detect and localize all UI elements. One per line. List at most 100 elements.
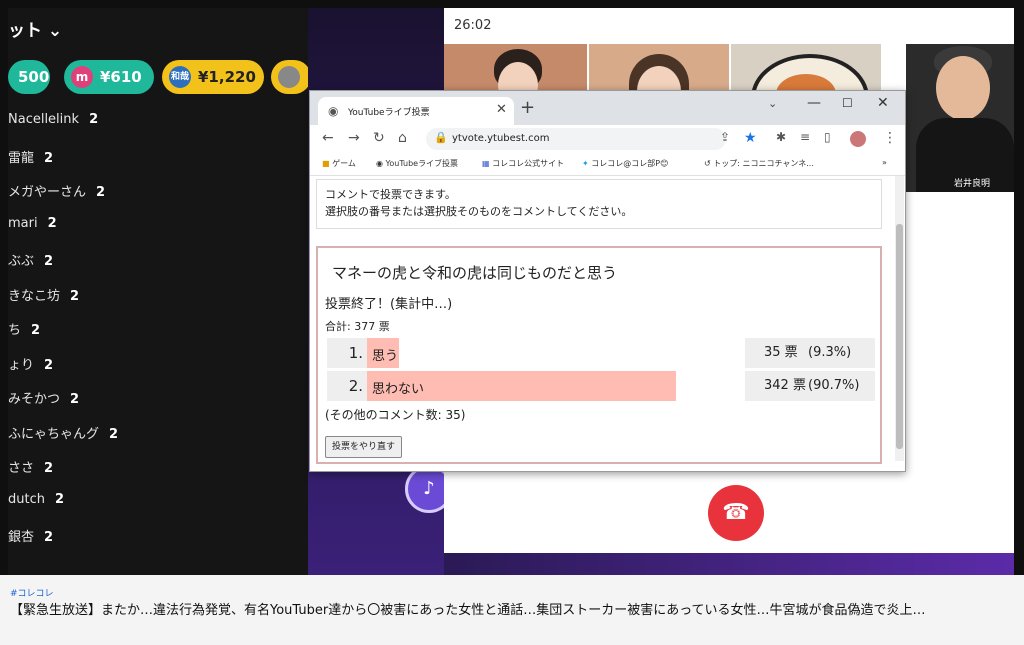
chat-row: ょり 2 — [8, 354, 53, 373]
option-number: 2. — [327, 371, 367, 401]
chat-count: 2 — [44, 358, 54, 373]
option-label: 思わない — [372, 382, 425, 397]
chat-user: 銀杏 — [8, 530, 35, 545]
page-content: コメントで投票できます。 選択肢の番号または選択肢そのものをコメントしてください… — [310, 176, 905, 471]
avatar: m — [71, 66, 93, 88]
share-icon[interactable]: ⇪ — [720, 130, 730, 144]
option-votes: 35 票 — [764, 345, 798, 360]
chat-row: メガやーさん 2 — [8, 181, 105, 200]
superchat-chip[interactable]: m ¥610 — [64, 60, 154, 94]
video-player[interactable]: ット ⌄ 500 m ¥610 和哉 ¥1,220 Nacellelink 2 雷… — [0, 0, 1024, 575]
browser-toolbar: ← → ↻ ⌂ 🔒 ytvote.ytubest.com ⇪ ★ ✱ ≡ ▯ ⋮ — [310, 125, 905, 153]
globe-icon: ◉ — [328, 104, 339, 118]
extensions-icon[interactable]: ✱ — [776, 130, 786, 144]
participant-tile: 岩井良明 — [906, 44, 1014, 192]
chat-user: メガやーさん — [8, 185, 87, 200]
hangup-button[interactable]: ☎ — [708, 485, 764, 541]
address-url: ytvote.ytubest.com — [452, 133, 550, 144]
minimize-button[interactable]: — — [807, 95, 821, 111]
phone-hangup-icon: ☎ — [722, 500, 750, 525]
more-menu-icon[interactable]: ⋮ — [883, 130, 897, 146]
address-bar[interactable]: 🔒 ytvote.ytubest.com — [426, 128, 726, 150]
option-bar-track: 思う — [367, 338, 708, 368]
bookmark-item[interactable]: ▦ コレコレ公式サイト — [482, 158, 564, 169]
more-bookmarks-icon[interactable]: » — [882, 158, 887, 167]
forward-arrow-icon[interactable]: → — [348, 130, 360, 146]
option-label: 思う — [372, 349, 399, 364]
browser-tab[interactable]: ◉ YouTubeライブ投票 ✕ — [318, 97, 514, 125]
instructions-line: コメントで投票できます。 — [325, 188, 456, 201]
chat-count: 2 — [31, 323, 41, 338]
bookmark-item[interactable]: ✦ コレコレ@コレ部P😊 — [582, 158, 668, 169]
instructions-line: 選択肢の番号または選択肢そのものをコメントしてください。 — [325, 205, 633, 218]
tab-title: YouTubeライブ投票 — [348, 108, 430, 118]
chat-row: みそかつ 2 — [8, 388, 79, 407]
video-title: 【緊急生放送】またか…違法行為発覚、有名YouTuber達から〇被害にあった女性… — [10, 603, 926, 618]
lock-icon: 🔒 — [434, 131, 448, 144]
poll-instructions: コメントで投票できます。 選択肢の番号または選択肢そのものをコメントしてください… — [316, 179, 882, 229]
chat-count: 2 — [44, 151, 54, 166]
side-panel-icon[interactable]: ▯ — [824, 130, 831, 144]
option-number: 1. — [327, 338, 367, 368]
chat-row: きなこ坊 2 — [8, 285, 79, 304]
close-window-button[interactable]: ✕ — [877, 95, 889, 111]
superchat-chip[interactable]: 和哉 ¥1,220 — [162, 60, 264, 94]
scrollbar[interactable] — [895, 176, 904, 461]
maximize-button[interactable]: ☐ — [842, 96, 853, 110]
superchat-amount: ¥610 — [100, 68, 142, 86]
chat-count: 2 — [70, 289, 80, 304]
poll-panel: マネーの虎と令和の虎は同じものだと思う 投票終了！(集計中…) 合計: 377 … — [316, 246, 882, 464]
bookmark-item[interactable]: ■ ゲーム — [322, 158, 356, 169]
superchat-amount: ¥1,220 — [198, 68, 256, 86]
chat-count: 2 — [54, 492, 65, 507]
superchat-amount: 500 — [18, 68, 50, 86]
chat-user: ち — [8, 323, 22, 338]
chat-row: ち2 — [8, 319, 40, 338]
chat-row: dutch 2 — [8, 492, 64, 507]
option-result: 342 票 (90.7%) — [745, 371, 875, 401]
participant-name: 岩井良明 — [954, 179, 991, 189]
home-icon[interactable]: ⌂ — [398, 130, 407, 146]
reading-list-icon[interactable]: ≡ — [800, 130, 810, 144]
superchat-chip[interactable]: 500 — [8, 60, 50, 94]
scrollbar-thumb[interactable] — [896, 224, 903, 449]
back-arrow-icon[interactable]: ← — [322, 130, 334, 146]
option-percent: (9.3%) — [808, 345, 852, 360]
new-tab-button[interactable]: + — [520, 97, 535, 118]
bookmarks-bar: ■ ゲーム ◉ YouTubeライブ投票 ▦ コレコレ公式サイト ✦ コレコレ@… — [310, 153, 905, 176]
chat-user: dutch — [8, 492, 45, 507]
chat-row: ささ 2 — [8, 457, 53, 476]
poll-question: マネーの虎と令和の虎は同じものだと思う — [332, 264, 618, 282]
chevron-down-icon[interactable]: ⌄ — [768, 97, 777, 110]
poll-total: 合計: 377 票 — [325, 320, 390, 333]
bookmark-item[interactable]: ↺ トップ: ニコニコチャンネ... — [704, 158, 814, 169]
profile-avatar[interactable] — [850, 131, 866, 147]
retry-vote-button[interactable]: 投票をやり直す — [325, 436, 403, 458]
background-strip — [444, 553, 1014, 575]
superchat-chip[interactable] — [271, 60, 308, 94]
chat-row: ぶぶ 2 — [8, 250, 53, 269]
reload-icon[interactable]: ↻ — [373, 130, 385, 146]
chat-user: ふにゃちゃんグ — [8, 427, 100, 442]
bookmark-item[interactable]: ◉ YouTubeライブ投票 — [376, 158, 458, 169]
hashtag-link[interactable]: #コレコレ — [10, 586, 54, 599]
chat-user: ささ — [8, 461, 35, 476]
option-percent: (90.7%) — [808, 378, 860, 393]
avatar: 和哉 — [169, 66, 191, 88]
chat-overlay: ット ⌄ 500 m ¥610 和哉 ¥1,220 Nacellelink 2 雷… — [8, 8, 308, 575]
tab-close-icon[interactable]: ✕ — [496, 102, 507, 117]
chat-user: Nacellelink — [8, 112, 80, 127]
chat-count: 2 — [44, 461, 54, 476]
browser-window: ◉ YouTubeライブ投票 ✕ + ⌄ — ☐ ✕ ← → ↻ ⌂ 🔒 ytv… — [309, 90, 906, 472]
chat-count: 2 — [44, 254, 54, 269]
chat-user: mari — [8, 216, 38, 231]
chat-row: ふにゃちゃんグ 2 — [8, 423, 118, 442]
chat-count: 2 — [47, 216, 57, 231]
star-icon[interactable]: ★ — [744, 130, 757, 146]
chat-user: ょり — [8, 358, 35, 373]
other-comments-count: (その他のコメント数: 35) — [325, 408, 466, 422]
option-votes: 342 票 — [764, 378, 806, 393]
chat-row: Nacellelink 2 — [8, 112, 98, 127]
video-caption: #コレコレ 【緊急生放送】またか…違法行為発覚、有名YouTuber達から〇被害… — [0, 575, 1024, 645]
option-bar-track: 思わない — [367, 371, 708, 401]
